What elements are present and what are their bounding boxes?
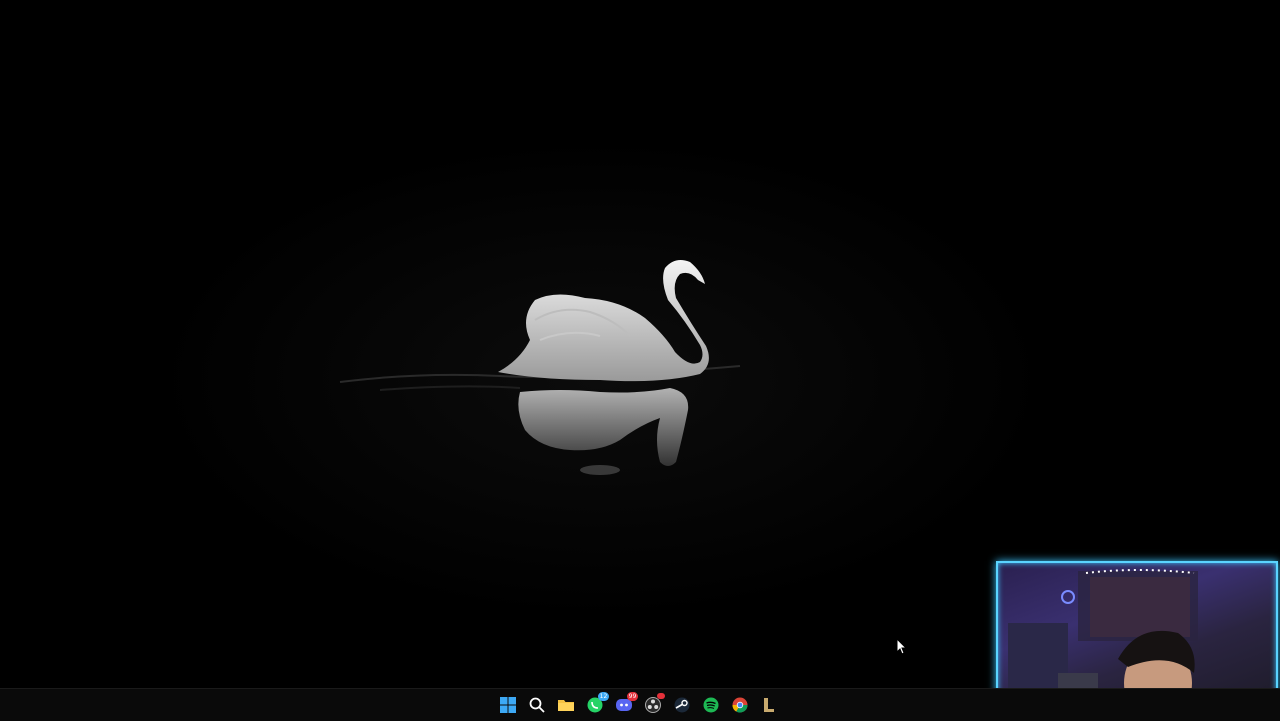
spotify-button[interactable] [699, 693, 723, 717]
taskbar: 12 99 [0, 688, 1280, 721]
search-button[interactable] [525, 693, 549, 717]
chrome-icon [732, 697, 748, 713]
obs-recording-dot [657, 693, 665, 699]
spotify-icon [703, 697, 719, 713]
chrome-button[interactable] [728, 693, 752, 717]
search-icon [529, 697, 545, 713]
taskbar-app-list: 12 99 [496, 692, 781, 717]
league-button[interactable] [757, 693, 781, 717]
mouse-cursor [896, 638, 908, 655]
steam-icon [674, 697, 690, 713]
file-explorer-button[interactable] [554, 693, 578, 717]
whatsapp-button[interactable]: 12 [583, 692, 609, 717]
steam-button[interactable] [670, 693, 694, 717]
league-icon [764, 698, 774, 712]
whatsapp-badge: 12 [598, 692, 609, 701]
discord-button[interactable]: 99 [612, 692, 638, 717]
windows-start-icon [500, 697, 516, 713]
start-button[interactable] [496, 693, 520, 717]
obs-button[interactable] [641, 693, 665, 717]
discord-badge: 99 [627, 692, 638, 701]
folder-icon [558, 700, 574, 711]
